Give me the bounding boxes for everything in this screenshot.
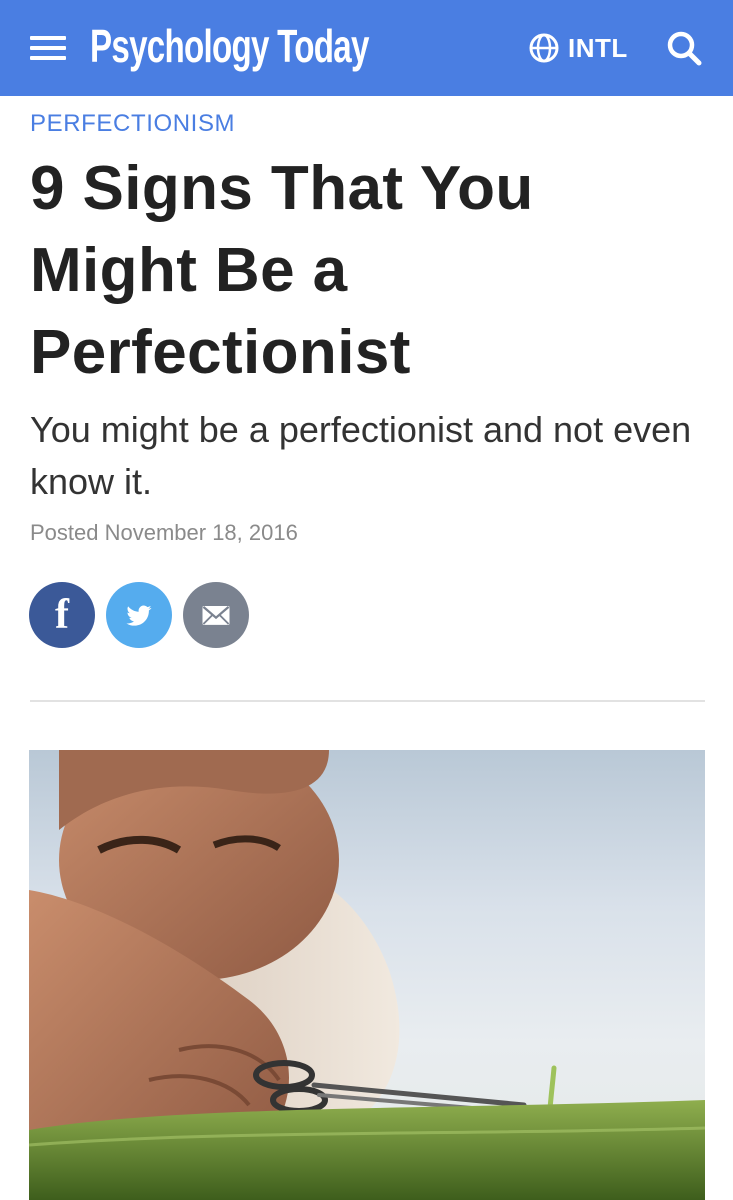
section-divider [30, 700, 705, 702]
hero-image [29, 750, 705, 1200]
article-page: Psychology Today INTL PERFECTIONISM 9 Si… [0, 0, 733, 1200]
intl-button[interactable]: INTL [528, 28, 628, 68]
twitter-icon [126, 605, 152, 626]
search-icon [667, 31, 702, 66]
share-facebook-button[interactable]: f [29, 582, 95, 648]
globe-icon [529, 33, 559, 63]
man-trimming-grass-illustration [29, 750, 705, 1200]
intl-label: INTL [568, 32, 628, 63]
site-logo[interactable]: Psychology Today [90, 14, 369, 78]
share-email-button[interactable] [183, 582, 249, 648]
search-button[interactable] [664, 28, 704, 68]
category-link[interactable]: PERFECTIONISM [30, 110, 235, 138]
email-icon [202, 606, 230, 625]
share-twitter-button[interactable] [106, 582, 172, 648]
top-nav-bar: Psychology Today INTL [0, 0, 733, 96]
article-title: 9 Signs That You Might Be a Perfectionis… [30, 154, 534, 387]
hamburger-menu-icon[interactable] [28, 28, 68, 68]
article-subtitle: You might be a perfectionist and not eve… [30, 409, 692, 502]
posted-date: Posted November 18, 2016 [30, 520, 298, 545]
facebook-icon: f [55, 592, 69, 638]
